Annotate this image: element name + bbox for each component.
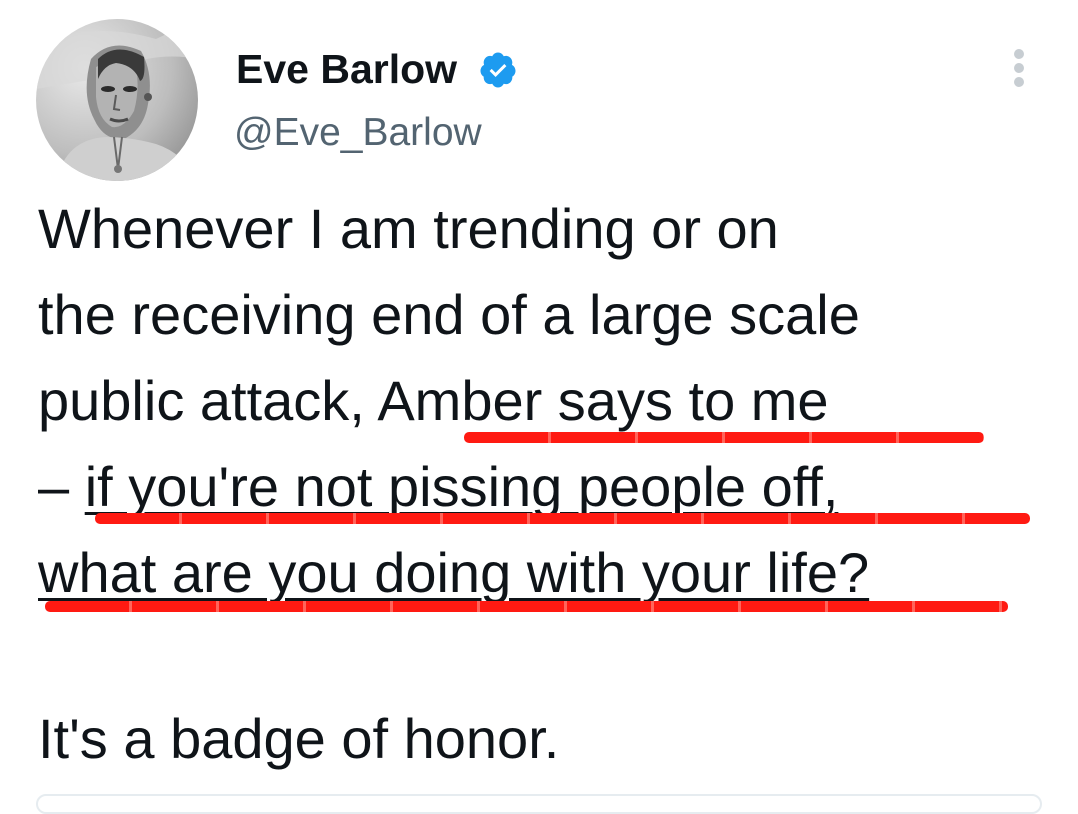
tweet-line-4: – if you're not pissing people off, (38, 455, 838, 519)
red-underline-annotation (45, 601, 1008, 612)
author-display-name[interactable]: Eve Barlow (236, 44, 457, 94)
more-dot (1014, 63, 1024, 73)
quoted-card-edge (36, 794, 1042, 814)
tweet-text-span: public attack, (38, 369, 378, 432)
more-dot (1014, 49, 1024, 59)
tweet-line-6: It's a badge of honor. (38, 707, 559, 771)
red-underline-annotation (95, 513, 1030, 524)
tweet-underlined-span: if you're not pissing people off, (84, 455, 839, 518)
more-options-icon[interactable] (1005, 44, 1033, 92)
tweet-text-span: It's a badge of honor. (38, 707, 560, 770)
more-dot (1014, 77, 1024, 87)
tweet-line-5: what are you doing with your life? (38, 541, 869, 605)
tweet-line-1: Whenever I am trending or on (38, 197, 779, 261)
tweet-line-3: public attack, Amber says to me (38, 369, 829, 433)
tweet-underlined-span: what are you doing with your life? (38, 541, 870, 604)
tweet-text-span: the receiving end of a large scale (38, 283, 860, 346)
tweet-text-span: Whenever I am trending or on (38, 197, 779, 260)
author-handle[interactable]: @Eve_Barlow (234, 108, 482, 158)
profile-photo-icon (36, 19, 198, 181)
tweet-text-span: Amber says to me (377, 369, 829, 432)
verified-badge-icon (480, 52, 516, 88)
tweet-text-span: – (38, 455, 85, 518)
author-avatar[interactable] (36, 19, 198, 181)
red-underline-annotation (464, 432, 984, 443)
tweet-line-2: the receiving end of a large scale (38, 283, 860, 347)
